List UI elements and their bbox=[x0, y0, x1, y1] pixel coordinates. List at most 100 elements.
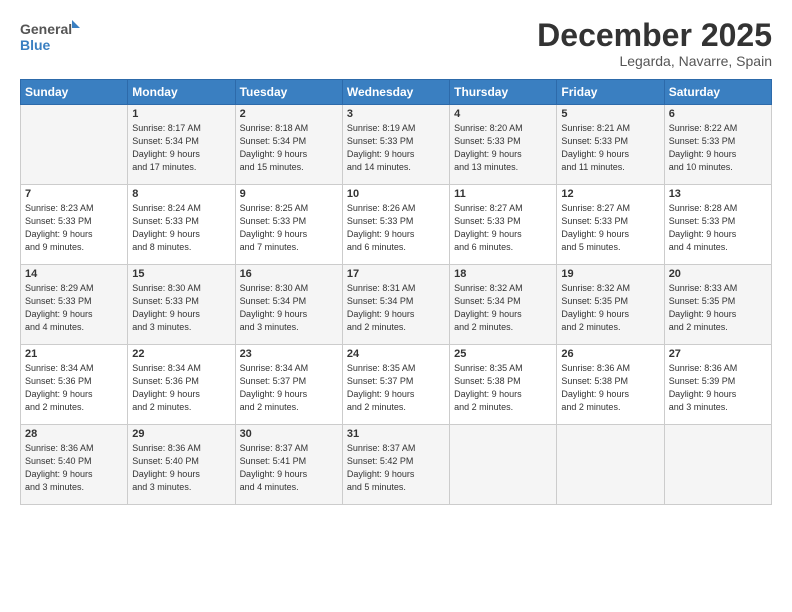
calendar-table: SundayMondayTuesdayWednesdayThursdayFrid… bbox=[20, 79, 772, 505]
header: General Blue December 2025 Legarda, Nava… bbox=[20, 18, 772, 69]
day-cell: 11 Sunrise: 8:27 AM Sunset: 5:33 PM Dayli… bbox=[450, 185, 557, 265]
day-info: Sunrise: 8:34 AM Sunset: 5:36 PM Dayligh… bbox=[25, 362, 123, 414]
day-number: 25 bbox=[454, 348, 552, 360]
day-info: Sunrise: 8:32 AM Sunset: 5:35 PM Dayligh… bbox=[561, 282, 659, 334]
day-cell bbox=[21, 105, 128, 185]
day-cell: 29 Sunrise: 8:36 AM Sunset: 5:40 PM Dayli… bbox=[128, 425, 235, 505]
day-info: Sunrise: 8:25 AM Sunset: 5:33 PM Dayligh… bbox=[240, 202, 338, 254]
header-row: SundayMondayTuesdayWednesdayThursdayFrid… bbox=[21, 80, 772, 105]
day-cell: 22 Sunrise: 8:34 AM Sunset: 5:36 PM Dayli… bbox=[128, 345, 235, 425]
title-block: December 2025 Legarda, Navarre, Spain bbox=[537, 18, 772, 69]
day-cell bbox=[557, 425, 664, 505]
day-cell: 4 Sunrise: 8:20 AM Sunset: 5:33 PM Daylig… bbox=[450, 105, 557, 185]
day-number: 28 bbox=[25, 428, 123, 440]
day-cell: 20Sunrise: 8:33 AM Sunset: 5:35 PM Dayli… bbox=[664, 265, 771, 345]
day-info: Sunrise: 8:24 AM Sunset: 5:33 PM Dayligh… bbox=[132, 202, 230, 254]
day-number: 18 bbox=[454, 268, 552, 280]
week-row-1: 1 Sunrise: 8:17 AM Sunset: 5:34 PM Daylig… bbox=[21, 105, 772, 185]
day-info: Sunrise: 8:19 AM Sunset: 5:33 PM Dayligh… bbox=[347, 122, 445, 174]
week-row-2: 7 Sunrise: 8:23 AM Sunset: 5:33 PM Daylig… bbox=[21, 185, 772, 265]
day-info: Sunrise: 8:30 AM Sunset: 5:33 PM Dayligh… bbox=[132, 282, 230, 334]
day-info: Sunrise: 8:32 AM Sunset: 5:34 PM Dayligh… bbox=[454, 282, 552, 334]
day-number: 3 bbox=[347, 108, 445, 120]
day-cell: 2Sunrise: 8:18 AM Sunset: 5:34 PM Daylig… bbox=[235, 105, 342, 185]
col-header-sunday: Sunday bbox=[21, 80, 128, 105]
logo-svg: General Blue bbox=[20, 18, 80, 56]
day-number: 21 bbox=[25, 348, 123, 360]
day-number: 27 bbox=[669, 348, 767, 360]
col-header-friday: Friday bbox=[557, 80, 664, 105]
day-cell: 12Sunrise: 8:27 AM Sunset: 5:33 PM Dayli… bbox=[557, 185, 664, 265]
day-cell: 31 Sunrise: 8:37 AM Sunset: 5:42 PM Dayli… bbox=[342, 425, 449, 505]
day-number: 29 bbox=[132, 428, 230, 440]
day-info: Sunrise: 8:37 AM Sunset: 5:41 PM Dayligh… bbox=[240, 442, 338, 494]
day-number: 19 bbox=[561, 268, 659, 280]
day-number: 10 bbox=[347, 188, 445, 200]
day-number: 6 bbox=[669, 108, 767, 120]
day-cell: 21 Sunrise: 8:34 AM Sunset: 5:36 PM Dayli… bbox=[21, 345, 128, 425]
day-info: Sunrise: 8:17 AM Sunset: 5:34 PM Dayligh… bbox=[132, 122, 230, 174]
day-number: 23 bbox=[240, 348, 338, 360]
day-number: 5 bbox=[561, 108, 659, 120]
day-number: 9 bbox=[240, 188, 338, 200]
day-info: Sunrise: 8:29 AM Sunset: 5:33 PM Dayligh… bbox=[25, 282, 123, 334]
day-number: 16 bbox=[240, 268, 338, 280]
day-number: 22 bbox=[132, 348, 230, 360]
col-header-saturday: Saturday bbox=[664, 80, 771, 105]
day-number: 4 bbox=[454, 108, 552, 120]
day-number: 14 bbox=[25, 268, 123, 280]
day-info: Sunrise: 8:34 AM Sunset: 5:36 PM Dayligh… bbox=[132, 362, 230, 414]
day-cell: 6 Sunrise: 8:22 AM Sunset: 5:33 PM Daylig… bbox=[664, 105, 771, 185]
day-number: 8 bbox=[132, 188, 230, 200]
svg-text:General: General bbox=[20, 21, 72, 37]
day-info: Sunrise: 8:30 AM Sunset: 5:34 PM Dayligh… bbox=[240, 282, 338, 334]
day-cell: 3 Sunrise: 8:19 AM Sunset: 5:33 PM Daylig… bbox=[342, 105, 449, 185]
day-info: Sunrise: 8:27 AM Sunset: 5:33 PM Dayligh… bbox=[454, 202, 552, 254]
day-cell: 8 Sunrise: 8:24 AM Sunset: 5:33 PM Daylig… bbox=[128, 185, 235, 265]
month-title: December 2025 bbox=[537, 18, 772, 53]
day-cell: 28Sunrise: 8:36 AM Sunset: 5:40 PM Dayli… bbox=[21, 425, 128, 505]
day-info: Sunrise: 8:20 AM Sunset: 5:33 PM Dayligh… bbox=[454, 122, 552, 174]
day-number: 31 bbox=[347, 428, 445, 440]
day-cell: 17 Sunrise: 8:31 AM Sunset: 5:34 PM Dayli… bbox=[342, 265, 449, 345]
day-info: Sunrise: 8:36 AM Sunset: 5:38 PM Dayligh… bbox=[561, 362, 659, 414]
week-row-5: 28 Sunrise: 8:36 AM Sunset: 5:40 PM Dayli… bbox=[21, 425, 772, 505]
day-info: Sunrise: 8:31 AM Sunset: 5:34 PM Dayligh… bbox=[347, 282, 445, 334]
day-cell: 27Sunrise: 8:36 AM Sunset: 5:39 PM Dayli… bbox=[664, 345, 771, 425]
day-number: 7 bbox=[25, 188, 123, 200]
day-cell: 1 Sunrise: 8:17 AM Sunset: 5:34 PM Daylig… bbox=[128, 105, 235, 185]
day-number: 15 bbox=[132, 268, 230, 280]
day-info: Sunrise: 8:28 AM Sunset: 5:33 PM Dayligh… bbox=[669, 202, 767, 254]
col-header-thursday: Thursday bbox=[450, 80, 557, 105]
week-row-4: 21 Sunrise: 8:34 AM Sunset: 5:36 PM Dayli… bbox=[21, 345, 772, 425]
day-cell: 24 Sunrise: 8:35 AM Sunset: 5:37 PM Dayli… bbox=[342, 345, 449, 425]
day-cell: 23Sunrise: 8:34 AM Sunset: 5:37 PM Dayli… bbox=[235, 345, 342, 425]
day-info: Sunrise: 8:36 AM Sunset: 5:40 PM Dayligh… bbox=[132, 442, 230, 494]
day-number: 1 bbox=[132, 108, 230, 120]
day-cell: 14 Sunrise: 8:29 AM Sunset: 5:33 PM Dayli… bbox=[21, 265, 128, 345]
day-number: 24 bbox=[347, 348, 445, 360]
day-cell: 13Sunrise: 8:28 AM Sunset: 5:33 PM Dayli… bbox=[664, 185, 771, 265]
day-cell: 9 Sunrise: 8:25 AM Sunset: 5:33 PM Daylig… bbox=[235, 185, 342, 265]
day-cell: 19 Sunrise: 8:32 AM Sunset: 5:35 PM Dayli… bbox=[557, 265, 664, 345]
day-info: Sunrise: 8:22 AM Sunset: 5:33 PM Dayligh… bbox=[669, 122, 767, 174]
col-header-monday: Monday bbox=[128, 80, 235, 105]
day-cell bbox=[450, 425, 557, 505]
day-cell: 15 Sunrise: 8:30 AM Sunset: 5:33 PM Dayli… bbox=[128, 265, 235, 345]
day-info: Sunrise: 8:21 AM Sunset: 5:33 PM Dayligh… bbox=[561, 122, 659, 174]
day-number: 17 bbox=[347, 268, 445, 280]
week-row-3: 14 Sunrise: 8:29 AM Sunset: 5:33 PM Dayli… bbox=[21, 265, 772, 345]
day-cell: 30 Sunrise: 8:37 AM Sunset: 5:41 PM Dayli… bbox=[235, 425, 342, 505]
day-info: Sunrise: 8:23 AM Sunset: 5:33 PM Dayligh… bbox=[25, 202, 123, 254]
day-info: Sunrise: 8:26 AM Sunset: 5:33 PM Dayligh… bbox=[347, 202, 445, 254]
day-info: Sunrise: 8:35 AM Sunset: 5:37 PM Dayligh… bbox=[347, 362, 445, 414]
day-info: Sunrise: 8:27 AM Sunset: 5:33 PM Dayligh… bbox=[561, 202, 659, 254]
day-number: 30 bbox=[240, 428, 338, 440]
day-info: Sunrise: 8:37 AM Sunset: 5:42 PM Dayligh… bbox=[347, 442, 445, 494]
day-number: 11 bbox=[454, 188, 552, 200]
col-header-tuesday: Tuesday bbox=[235, 80, 342, 105]
day-cell: 26Sunrise: 8:36 AM Sunset: 5:38 PM Dayli… bbox=[557, 345, 664, 425]
col-header-wednesday: Wednesday bbox=[342, 80, 449, 105]
day-cell: 5 Sunrise: 8:21 AM Sunset: 5:33 PM Daylig… bbox=[557, 105, 664, 185]
day-info: Sunrise: 8:33 AM Sunset: 5:35 PM Dayligh… bbox=[669, 282, 767, 334]
